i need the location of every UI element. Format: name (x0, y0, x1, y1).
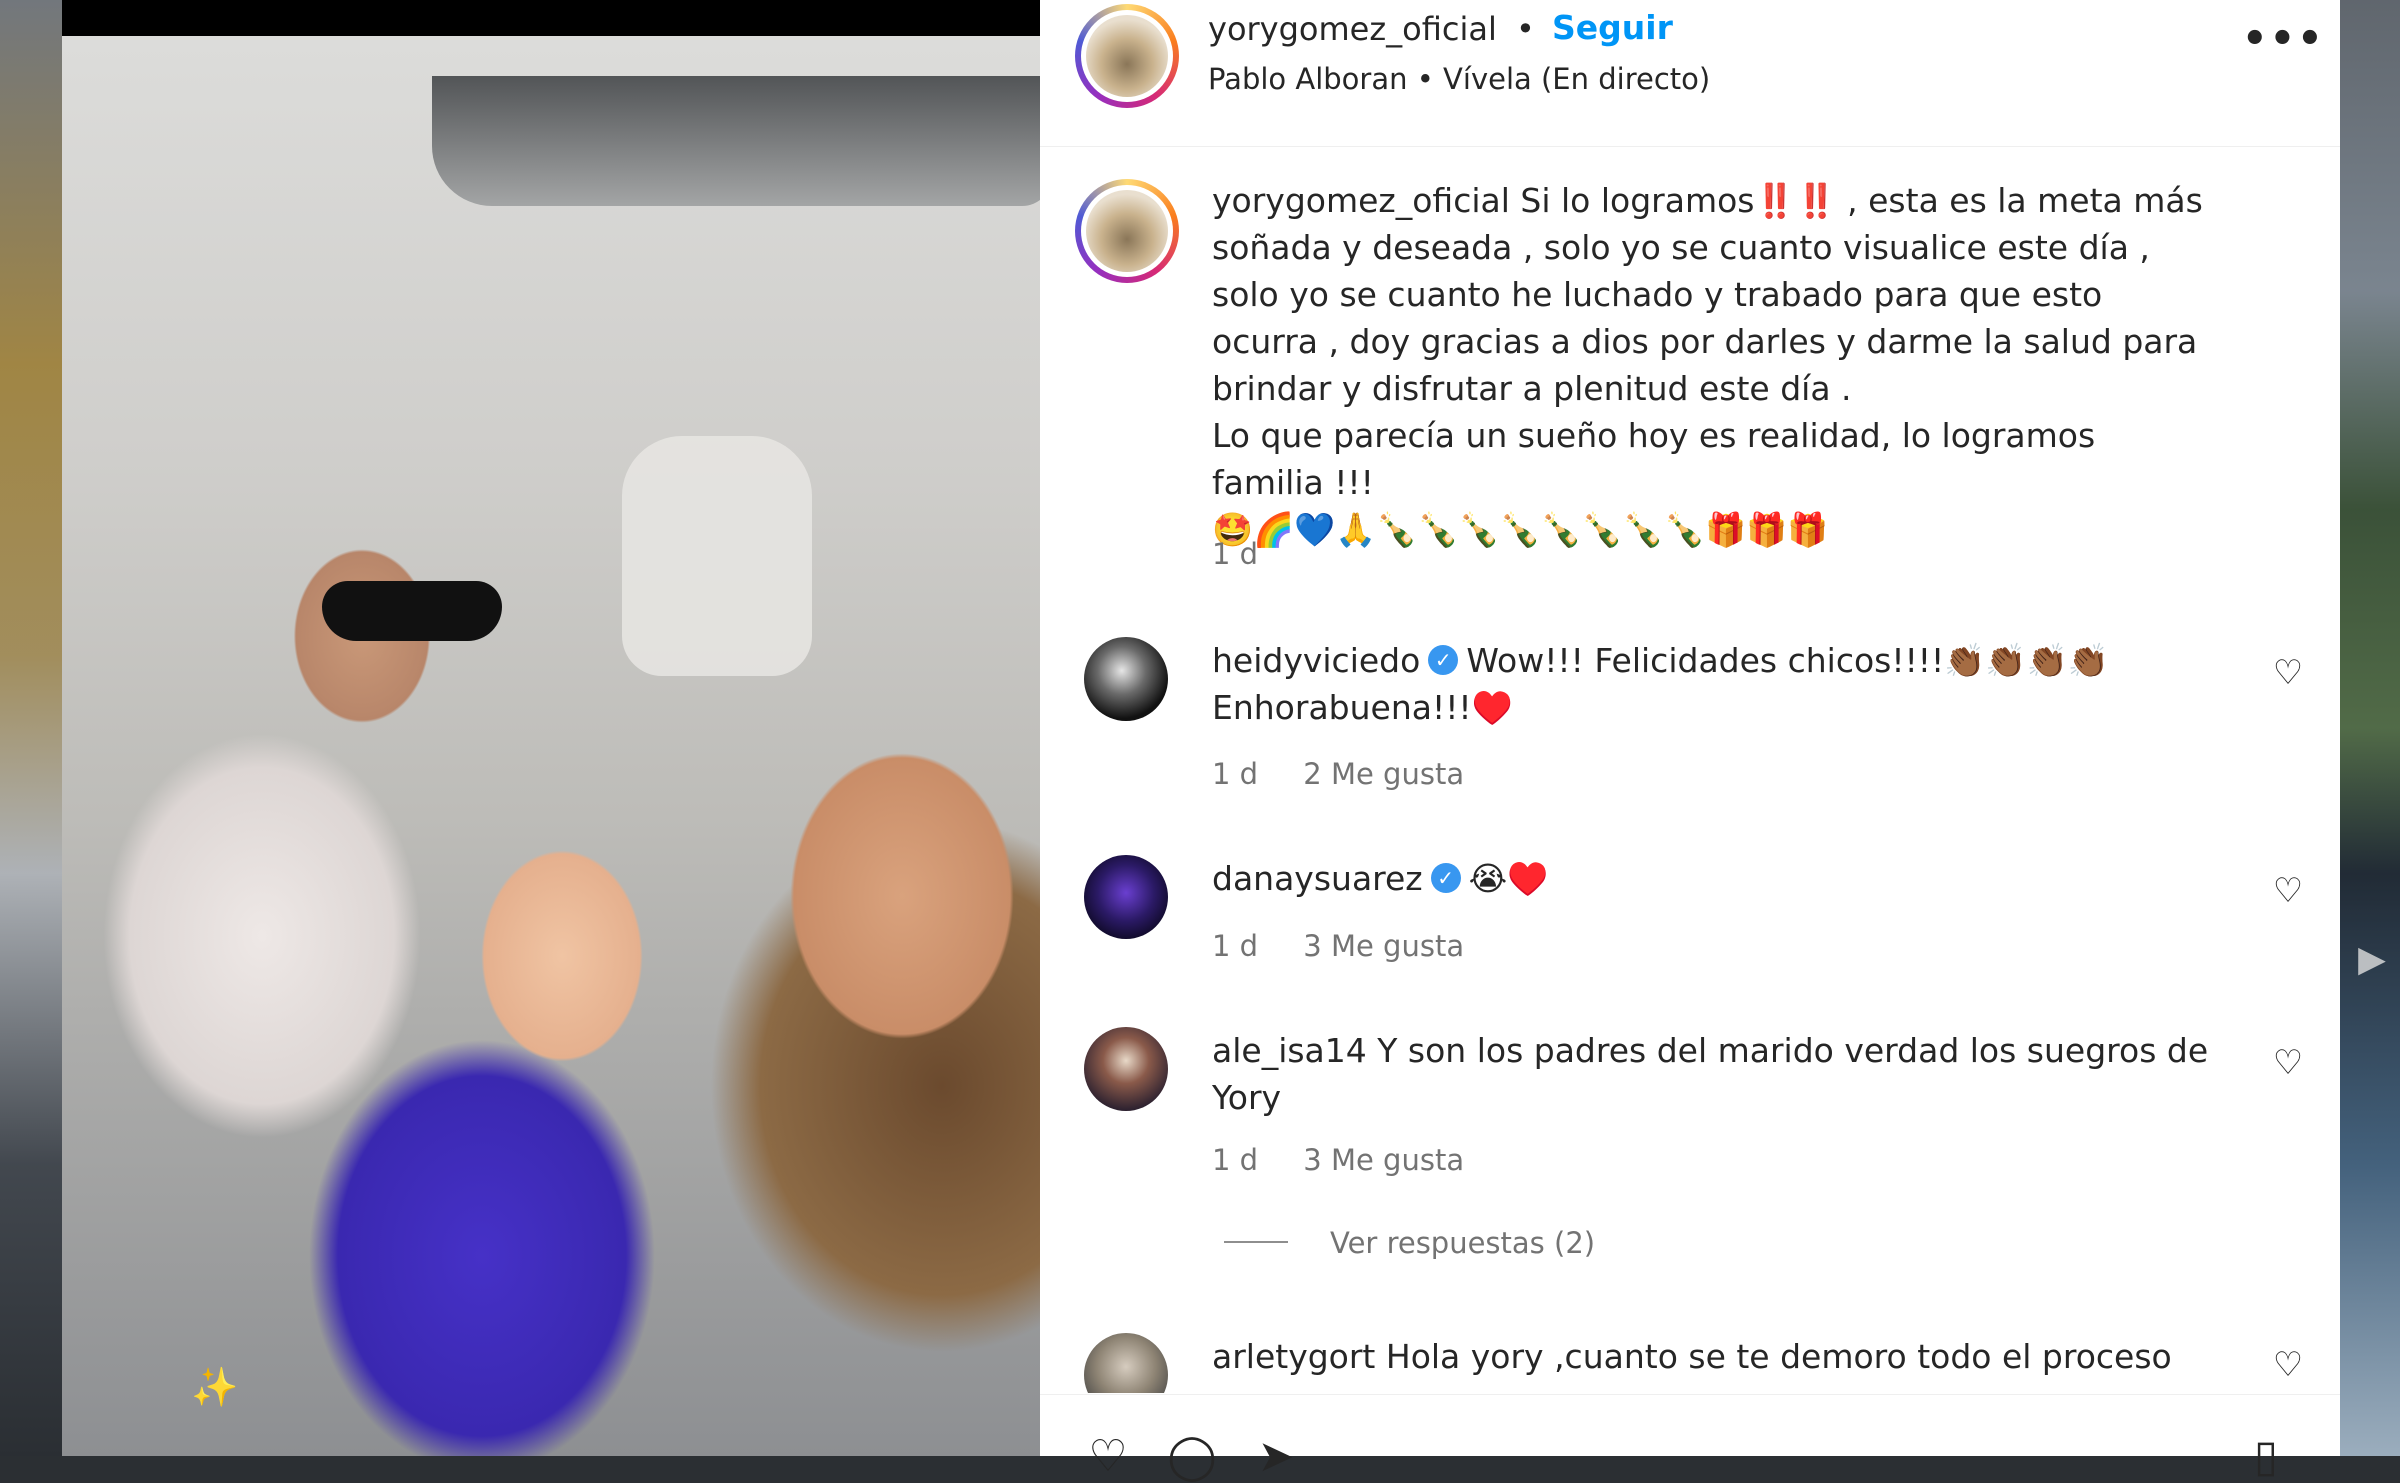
caption-text: yorygomez_oficial Si lo logramos‼️‼️ , e… (1212, 177, 2212, 553)
post-actions-bar: ♡ ◯ ➤ ▯ (1040, 1394, 2340, 1482)
post-media[interactable]: ✨ (62, 0, 1040, 1456)
comment-likes[interactable]: 3 Me gusta (1303, 1143, 1464, 1177)
heart-outline-icon[interactable]: ♡ (2268, 653, 2308, 693)
heart-outline-icon[interactable]: ♡ (2268, 1345, 2308, 1385)
magic-wand-icon[interactable]: ✨ (190, 1362, 240, 1412)
more-options-icon[interactable]: ••• (2242, 16, 2325, 62)
verified-badge-icon: ✓ (1430, 862, 1461, 893)
comment-meta: 1 d 3 Me gusta (1212, 1143, 1500, 1177)
comment-text: arletygort Hola yory ,cuanto se te demor… (1212, 1333, 2212, 1380)
view-replies-button[interactable]: Ver respuestas (2) (1224, 1226, 1595, 1260)
comment-likes[interactable]: 3 Me gusta (1303, 929, 1464, 963)
photo-sunglasses (322, 581, 502, 641)
author-avatar[interactable] (1075, 4, 1179, 108)
caption-meta: 1 d (1212, 537, 1294, 571)
like-heart-icon[interactable]: ♡ (1082, 1431, 1134, 1483)
background-feed-left (0, 0, 62, 1456)
author-username[interactable]: yorygomez_oficial (1208, 10, 1497, 48)
comment-body: 😭♥️ (1468, 859, 1549, 898)
heart-outline-icon[interactable]: ♡ (2268, 1043, 2308, 1083)
comment-text: danaysuarez ✓ 😭♥️ (1212, 855, 2212, 902)
comment-username[interactable]: heidyviciedo (1212, 641, 1420, 680)
comment-time[interactable]: 1 d (1212, 757, 1258, 791)
audio-track-link[interactable]: Pablo Alboran • Vívela (En directo) (1208, 62, 1710, 96)
caption-username[interactable]: yorygomez_oficial (1212, 181, 1510, 220)
heart-outline-icon[interactable]: ♡ (2268, 871, 2308, 911)
background-feed-right: ▶ (2340, 0, 2400, 1456)
comment-meta: 1 d 3 Me gusta (1212, 929, 1500, 963)
caption-emojis: 🤩🌈💙🙏🍾🍾🍾🍾🍾🍾🍾🍾🎁🎁🎁 (1212, 510, 1829, 549)
comment-username[interactable]: ale_isa14 (1212, 1031, 1367, 1070)
share-send-icon[interactable]: ➤ (1250, 1431, 1302, 1483)
comment-avatar[interactable] (1084, 637, 1168, 721)
save-bookmark-icon[interactable]: ▯ (2240, 1431, 2292, 1483)
reels-icon[interactable]: ▶ (2350, 938, 2394, 982)
comment-likes[interactable]: 2 Me gusta (1303, 757, 1464, 791)
view-replies-label: Ver respuestas (2) (1330, 1226, 1596, 1260)
post-side-panel: yorygomez_oficial • Seguir Pablo Alboran… (1040, 0, 2340, 1482)
comment-username[interactable]: danaysuarez (1212, 859, 1423, 898)
post-header: yorygomez_oficial • Seguir Pablo Alboran… (1040, 0, 2340, 147)
caption-body-line2: Lo que parecía un sueño hoy es realidad,… (1212, 416, 2096, 502)
comment-avatar[interactable] (1084, 1027, 1168, 1111)
verified-badge-icon: ✓ (1428, 644, 1459, 675)
photo-headrest (622, 436, 812, 676)
comments-list[interactable]: yorygomez_oficial Si lo logramos‼️‼️ , e… (1040, 147, 2340, 1393)
comment-text: ale_isa14 Y son los padres del marido ve… (1212, 1027, 2212, 1121)
comment-body: Hola yory ,cuanto se te demoro todo el p… (1385, 1337, 2172, 1376)
comment-meta: 1 d 2 Me gusta (1212, 757, 1500, 791)
comment-bubble-icon[interactable]: ◯ (1166, 1431, 1218, 1483)
follow-button[interactable]: Seguir (1552, 8, 1673, 47)
comment-time[interactable]: 1 d (1212, 929, 1258, 963)
caption-time[interactable]: 1 d (1212, 537, 1258, 571)
caption-avatar[interactable] (1075, 179, 1179, 283)
comment-avatar[interactable] (1084, 855, 1168, 939)
replies-divider (1224, 1241, 1288, 1243)
photo-sunroof (432, 76, 1040, 206)
post-photo (62, 36, 1040, 1456)
comment-avatar[interactable] (1084, 1333, 1168, 1393)
comment-username[interactable]: arletygort (1212, 1337, 1375, 1376)
comment-time[interactable]: 1 d (1212, 1143, 1258, 1177)
header-separator: • (1516, 10, 1535, 48)
comment-text: heidyviciedo ✓ Wow!!! Felicidades chicos!!… (1212, 637, 2212, 731)
